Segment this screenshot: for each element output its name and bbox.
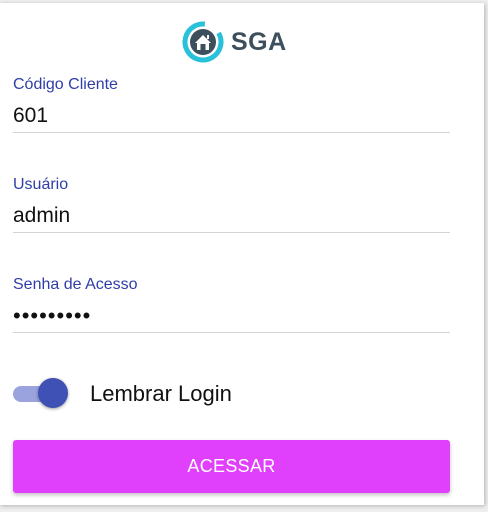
login-card: SGA Código Cliente Usuário Senha de Aces… xyxy=(0,3,484,505)
access-button[interactable]: ACESSAR xyxy=(13,440,450,493)
client-code-field: Código Cliente xyxy=(13,76,450,133)
brand-name: SGA xyxy=(231,27,287,56)
user-field: Usuário xyxy=(13,176,450,233)
house-ring-icon xyxy=(182,21,224,63)
remember-login-label: Lembrar Login xyxy=(90,381,232,406)
password-label: Senha de Acesso xyxy=(13,276,138,293)
user-input[interactable] xyxy=(13,200,450,232)
client-code-input[interactable] xyxy=(13,100,450,132)
client-code-label: Código Cliente xyxy=(13,76,118,93)
remember-login-toggle[interactable] xyxy=(13,377,68,409)
password-field: Senha de Acesso xyxy=(13,276,450,333)
brand-logo: SGA xyxy=(181,19,287,65)
password-input[interactable] xyxy=(13,300,450,332)
user-label: Usuário xyxy=(13,176,69,193)
toggle-thumb xyxy=(38,378,68,408)
